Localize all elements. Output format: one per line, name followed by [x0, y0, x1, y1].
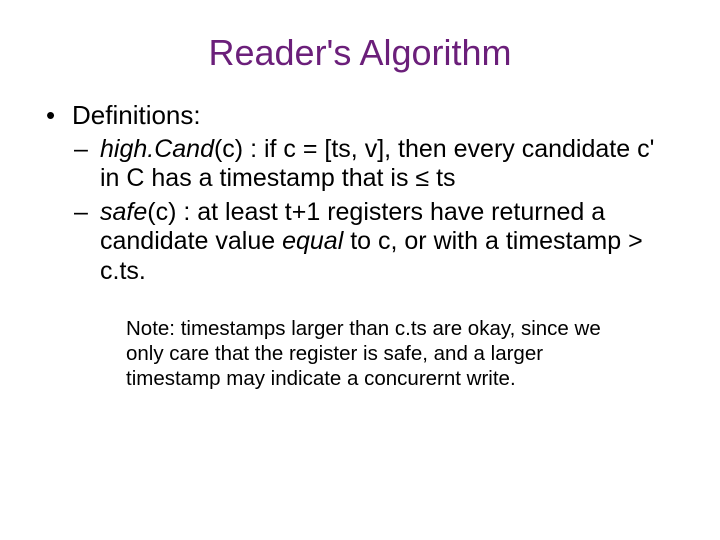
definition-highcand: high.Cand(c) : if c = [ts, v], then ever…: [72, 135, 674, 194]
definition-safe: safe(c) : at least t+1 registers have re…: [72, 198, 674, 287]
term-safe: safe: [100, 198, 147, 226]
slide-title: Reader's Algorithm: [46, 32, 674, 74]
term-highcand: high.Cand: [100, 135, 214, 163]
note-text: Note: timestamps larger than c.ts are ok…: [126, 316, 634, 391]
definitions-bullet: Definitions: high.Cand(c) : if c = [ts, …: [46, 100, 674, 286]
top-list: Definitions: high.Cand(c) : if c = [ts, …: [46, 100, 674, 286]
equal-word: equal: [282, 227, 343, 255]
definitions-sublist: high.Cand(c) : if c = [ts, v], then ever…: [72, 135, 674, 287]
definitions-label: Definitions:: [72, 100, 201, 130]
slide: Reader's Algorithm Definitions: high.Can…: [0, 32, 720, 540]
